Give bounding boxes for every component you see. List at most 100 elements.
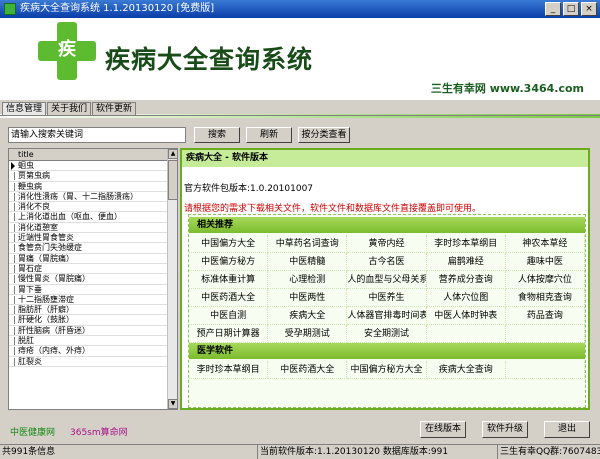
list-item[interactable]: 肝性脑病（肝昏迷） (9, 325, 167, 337)
row-indicator-icon (10, 326, 15, 335)
list-item-label: 食管贲门失弛缓症 (18, 243, 82, 253)
software-link[interactable]: 中草药名词查询 (268, 235, 348, 253)
list-item[interactable]: 贾第虫病 (9, 171, 167, 182)
software-upgrade-button[interactable]: 软件升级 (482, 421, 528, 438)
list-item[interactable]: 胃痛（胃脘痛） (9, 254, 167, 264)
list-item[interactable]: 上消化道出血（呕血、便血） (9, 212, 167, 223)
online-version-button[interactable]: 在线版本 (420, 421, 466, 438)
software-link[interactable]: 标准体重计算 (189, 271, 269, 289)
row-indicator-icon (10, 203, 15, 212)
scroll-up-icon[interactable]: ▲ (168, 149, 177, 159)
row-indicator-icon (10, 357, 15, 366)
scroll-down-icon[interactable]: ▼ (168, 399, 177, 409)
row-indicator-icon (10, 254, 15, 263)
software-link[interactable]: 中医人体时钟表 (426, 307, 506, 325)
exit-button[interactable]: 退出 (544, 421, 590, 438)
software-link[interactable]: 黄帝内经 (347, 235, 427, 253)
software-link[interactable]: 中国偏方大全 (189, 235, 269, 253)
status-version: 当前软件版本:1.1.20130120 数据库版本:991 (258, 445, 498, 459)
search-input[interactable]: 请输入搜索关键词 (8, 127, 186, 143)
refresh-button[interactable]: 刷新 (246, 127, 292, 143)
software-link[interactable]: 预产日期计算器 (189, 325, 269, 343)
list-item[interactable]: 消化不良 (9, 202, 167, 213)
tab-about-us[interactable]: 关于我们 (47, 102, 92, 115)
software-link[interactable]: 人体按摩穴位 (505, 271, 585, 289)
software-link[interactable]: 古今名医 (347, 253, 427, 271)
list-header-title[interactable]: title (9, 149, 167, 161)
logo-char: 疾 (58, 39, 76, 60)
software-link[interactable]: 药品查询 (505, 307, 585, 325)
software-link[interactable]: 神农本草经 (505, 235, 585, 253)
software-link[interactable]: 受孕期测试 (268, 325, 348, 343)
list-item-label: 肝性脑病（肝昏迷） (18, 325, 90, 335)
scroll-thumb[interactable] (168, 160, 177, 200)
link-365sm[interactable]: 365sm算命网 (70, 425, 128, 438)
list-item[interactable]: 脂肪肝（肝癖） (9, 305, 167, 316)
software-link[interactable]: 趣味中医 (505, 253, 585, 271)
header-banner: 疾 疾病大全查询系统 三生有幸网 www.3464.com (0, 18, 600, 118)
list-scrollbar[interactable]: ▲ ▼ (167, 149, 177, 409)
list-item[interactable]: 胃石症 (9, 264, 167, 275)
list-item-label: 肝硬化（鼓胀） (18, 315, 74, 325)
list-item[interactable]: 脱肛 (9, 336, 167, 347)
list-item[interactable]: 肛裂炎 (9, 357, 167, 367)
row-indicator-icon (10, 316, 15, 325)
list-item[interactable]: 消化道憩室 (9, 223, 167, 234)
row-indicator-icon (10, 223, 15, 232)
list-item-label: 十二指肠壅滞症 (18, 294, 74, 304)
software-link[interactable]: 扁鹊难经 (426, 253, 506, 271)
list-item[interactable]: 食管贲门失弛缓症 (9, 243, 167, 254)
search-button[interactable]: 搜索 (194, 127, 240, 143)
list-item[interactable]: 胃下垂 (9, 285, 167, 295)
software-link[interactable]: 食物相克查询 (505, 289, 585, 307)
recommend-card: 相关推荐 中国偏方大全 中草药名词查询 黄帝内经 李时珍本草纲目 神农本草经 中医偏方秘方… (188, 214, 586, 408)
close-button[interactable]: × (581, 2, 597, 16)
software-link[interactable]: 中医精髓 (268, 253, 348, 271)
list-item[interactable]: 消化性溃疡（胃、十二指肠溃疡） (9, 191, 167, 203)
list-item-label: 消化性溃疡（胃、十二指肠溃疡） (18, 191, 138, 201)
title-bar[interactable]: 疾病大全查询系统 1.1.20130120 [免费版] _ □ × (0, 0, 600, 18)
list-item-label: 胃痛（胃脘痛） (18, 253, 74, 263)
software-link[interactable]: 中国偏方秘方大全 (347, 361, 427, 379)
disease-list[interactable]: title 蛔虫 贾第虫病 鞭虫病 消化性溃疡（胃、十二指肠溃疡） 消化不良 上消化道出血… (8, 148, 178, 410)
list-item[interactable]: 痔疮（内痔、外痔） (9, 346, 167, 357)
software-link (426, 325, 506, 343)
app-window: 疾病大全查询系统 1.1.20130120 [免费版] _ □ × 疾 疾病大全… (0, 0, 600, 459)
software-link[interactable]: 疾病大全 (268, 307, 348, 325)
software-link[interactable]: 中医养生 (347, 289, 427, 307)
row-indicator-icon (10, 285, 15, 294)
software-link[interactable]: 安全期测试 (347, 325, 427, 343)
content-panel: 疾病大全 - 软件版本 官方软件包版本:1.0.20101007 请根据您的需求… (180, 148, 590, 410)
software-link[interactable]: 心理检测 (268, 271, 348, 289)
software-link[interactable]: 中医两性 (268, 289, 348, 307)
list-item[interactable]: 近端性胃食管炎 (9, 233, 167, 244)
software-link[interactable]: 人体器官排毒时间表 (347, 307, 427, 325)
software-link[interactable]: 人体穴位图 (426, 289, 506, 307)
list-item-label: 痔疮（内痔、外痔） (18, 346, 90, 356)
list-item[interactable]: 鞭虫病 (9, 182, 167, 192)
tab-info-management[interactable]: 信息管理 (2, 102, 47, 115)
list-item[interactable]: 肝硬化（鼓胀） (9, 315, 167, 326)
software-link[interactable]: 中医偏方秘方 (189, 253, 269, 271)
software-link[interactable]: 中医自测 (189, 307, 269, 325)
list-item-label: 脂肪肝（肝癖） (18, 305, 74, 315)
status-contact: 三生有幸QQ群:76074837 (500, 447, 600, 457)
section-header-medical: 医学软件 (189, 343, 585, 359)
list-item[interactable]: 十二指肠壅滞症 (9, 294, 167, 306)
category-view-button[interactable]: 按分类查看 (298, 127, 350, 143)
software-link[interactable]: 营养成分查询 (426, 271, 506, 289)
link-zhongyi-health[interactable]: 中医健康网 (10, 425, 55, 438)
tab-software-update[interactable]: 软件更新 (92, 102, 137, 115)
list-item-label: 脱肛 (18, 336, 34, 346)
software-link[interactable]: 人的血型与父母关系 (347, 271, 427, 289)
site-slogan: 三生有幸网 www.3464.com (430, 82, 584, 95)
software-link[interactable]: 中医药酒大全 (268, 361, 348, 379)
list-item[interactable]: 慢性胃炎（胃脘痛） (9, 274, 167, 285)
list-item[interactable]: 蛔虫 (9, 161, 167, 172)
software-link[interactable]: 李时珍本草纲目 (426, 235, 506, 253)
software-link[interactable]: 疾病大全查询 (426, 361, 506, 379)
minimize-button[interactable]: _ (545, 2, 561, 16)
maximize-button[interactable]: □ (563, 2, 579, 16)
software-link[interactable]: 李时珍本草纲目 (189, 361, 269, 379)
software-link[interactable]: 中医药酒大全 (189, 289, 269, 307)
